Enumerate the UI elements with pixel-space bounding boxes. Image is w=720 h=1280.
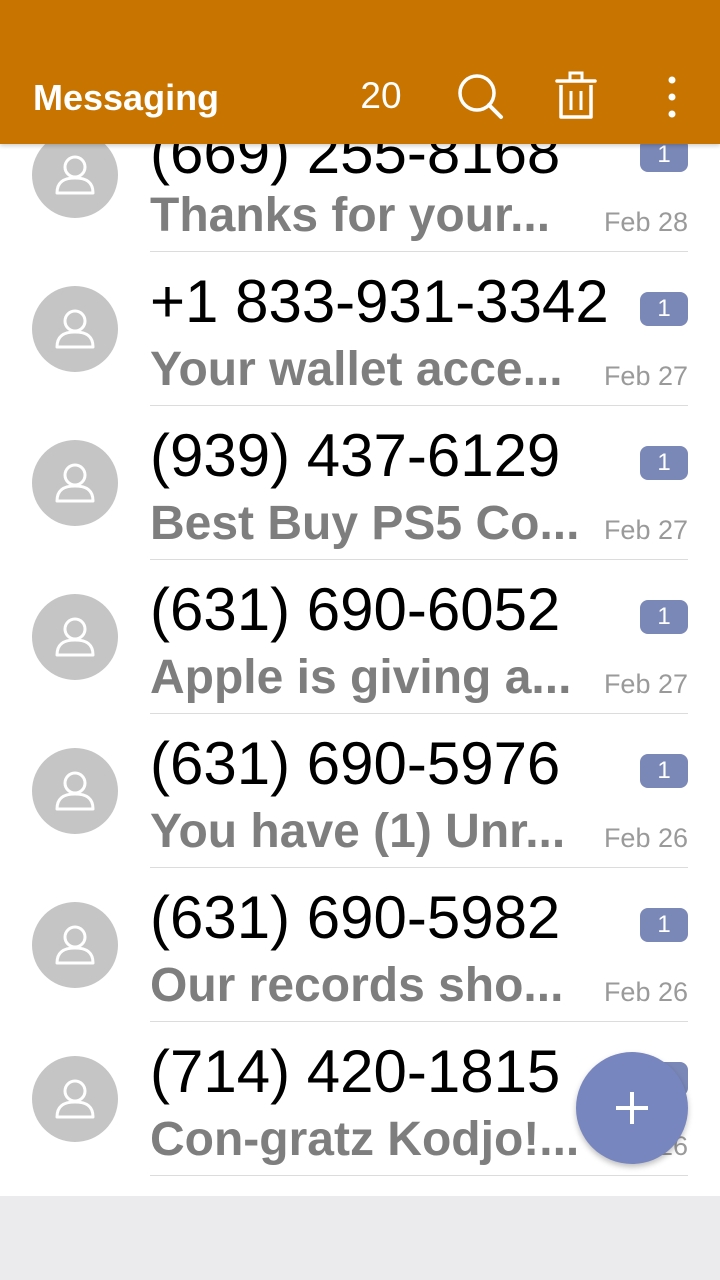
search-button[interactable]: [448, 66, 512, 130]
unread-badge: 1: [640, 754, 688, 788]
contact-avatar: [32, 748, 118, 834]
contact-name: (631) 690-5976: [150, 730, 561, 797]
bottom-empty-area: [0, 1196, 720, 1280]
message-preview: You have (1) Unr...: [150, 805, 566, 858]
message-preview: Con-gratz Kodjo!...: [150, 1113, 580, 1166]
unread-badge: 1: [640, 908, 688, 942]
message-date: Feb 27: [603, 515, 688, 545]
contact-avatar: [32, 1056, 118, 1142]
unread-badge: 1: [640, 446, 688, 480]
person-icon: [55, 463, 95, 503]
person-icon: [55, 617, 95, 657]
contact-avatar: [32, 440, 118, 526]
contact-avatar: [32, 902, 118, 988]
message-preview: Your wallet acce...: [150, 343, 563, 396]
conversation-row[interactable]: (631) 690-6052 Apple is giving a... 1 Fe…: [0, 560, 720, 714]
contact-name: (714) 420-1815: [150, 1038, 561, 1105]
more-vert-icon: [668, 76, 676, 118]
page-title: Messaging: [33, 77, 220, 118]
contact-name: (631) 690-6052: [150, 576, 561, 643]
unread-badge: 1: [640, 292, 688, 326]
message-date: Feb 26: [603, 823, 688, 853]
conversation-row[interactable]: (939) 437-6129 Best Buy PS5 Co... 1 Feb …: [0, 406, 720, 560]
message-preview: Our records sho...: [150, 959, 564, 1012]
message-date: Feb 26: [603, 977, 688, 1007]
message-preview: Thanks for your...: [150, 189, 551, 242]
person-icon: [55, 1079, 95, 1119]
person-icon: [55, 771, 95, 811]
conversation-list[interactable]: (669) 255-8168 Thanks for your... 1 Feb …: [0, 0, 720, 1196]
contact-name: +1 833-931-3342: [150, 268, 609, 335]
delete-button[interactable]: [544, 66, 608, 130]
conversation-row[interactable]: (631) 690-5982 Our records sho... 1 Feb …: [0, 868, 720, 1022]
message-preview: Best Buy PS5 Co...: [150, 497, 580, 550]
person-icon: [55, 309, 95, 349]
contact-name: (939) 437-6129: [150, 422, 561, 489]
row-divider: [150, 1175, 688, 1176]
message-date: Feb 28: [603, 207, 688, 237]
contact-avatar: [32, 132, 118, 218]
app-bar: Messaging 20: [0, 0, 720, 144]
message-date: Feb 27: [603, 669, 688, 699]
unread-badge: 1: [640, 600, 688, 634]
conversation-row[interactable]: (631) 690-5976 You have (1) Unr... 1 Feb…: [0, 714, 720, 868]
conversation-count: 20: [360, 75, 402, 116]
message-date: Feb 27: [603, 361, 688, 391]
contact-avatar: [32, 594, 118, 680]
conversation-row[interactable]: +1 833-931-3342 Your wallet acce... 1 Fe…: [0, 252, 720, 406]
person-icon: [55, 155, 95, 195]
overflow-menu-button[interactable]: [640, 66, 704, 130]
person-icon: [55, 925, 95, 965]
search-icon: [458, 74, 503, 119]
contact-name: (631) 690-5982: [150, 884, 561, 951]
trash-icon: [555, 71, 597, 119]
new-message-button[interactable]: [576, 1052, 688, 1164]
contact-avatar: [32, 286, 118, 372]
message-preview: Apple is giving a...: [150, 651, 572, 704]
plus-icon: [616, 1092, 648, 1124]
